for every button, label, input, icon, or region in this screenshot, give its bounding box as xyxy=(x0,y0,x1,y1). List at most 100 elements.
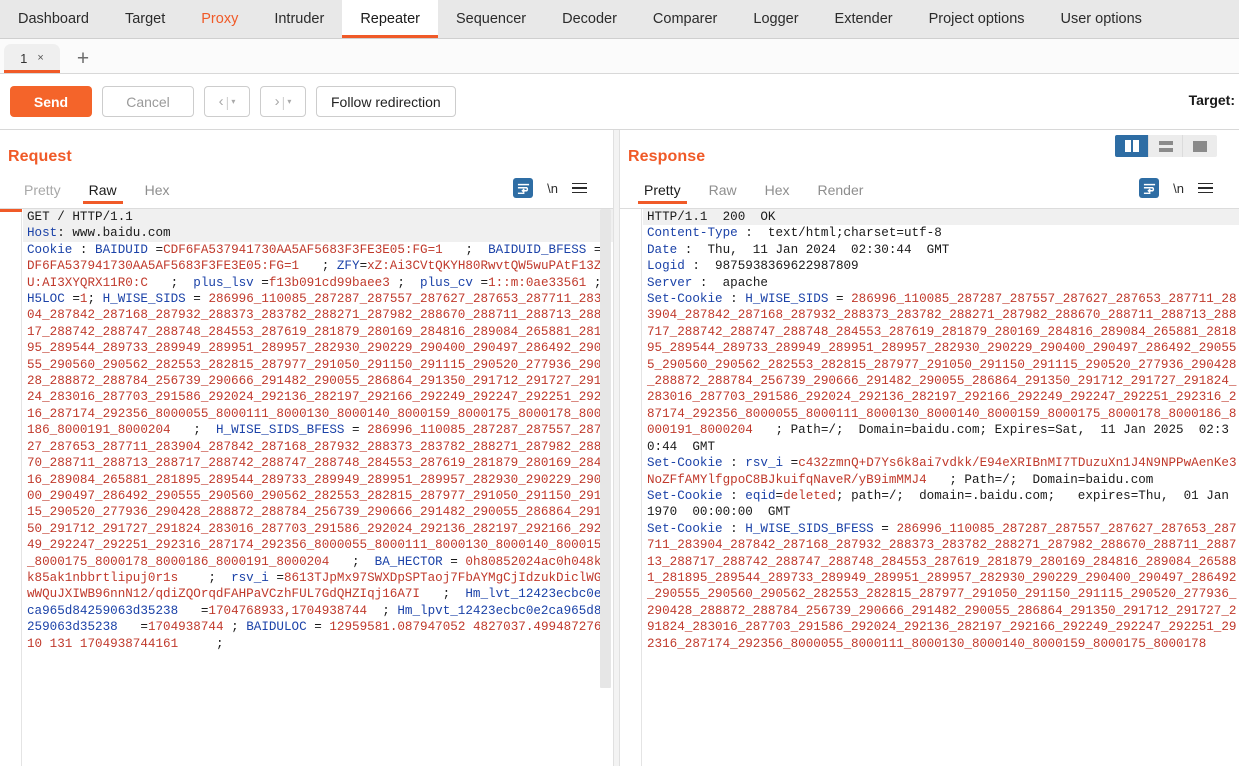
follow-redirection-button[interactable]: Follow redirection xyxy=(316,86,456,117)
code-line-text: Host: www.baidu.com xyxy=(27,226,171,241)
repeater-tab-strip: 1 × + xyxy=(0,39,1239,74)
code-line: 5Server : apache xyxy=(643,275,1239,291)
accent-bar xyxy=(0,209,22,212)
divider: | xyxy=(281,93,286,110)
close-icon[interactable]: × xyxy=(37,53,43,64)
main-tab-comparer[interactable]: Comparer xyxy=(635,0,735,38)
main-tab-logger[interactable]: Logger xyxy=(735,0,816,38)
forward-history-button[interactable]: › | ▾ xyxy=(260,86,306,117)
split-vertical-icon xyxy=(1124,140,1139,152)
code-line: 1GET / HTTP/1.1 xyxy=(23,209,613,226)
code-line-text: Set-Cookie : eqid=deleted; path=/; domai… xyxy=(647,488,1237,520)
add-tab-button[interactable]: + xyxy=(66,44,100,73)
split-horizontal-icon xyxy=(1158,140,1173,152)
main-tab-label: Dashboard xyxy=(18,11,89,27)
request-editor-icons: \n xyxy=(513,178,587,198)
main-tab-label: Comparer xyxy=(652,11,718,27)
layout-split-vertical-button[interactable] xyxy=(1115,135,1149,157)
target-label: Target: xyxy=(1188,92,1235,108)
hamburger-menu-icon[interactable] xyxy=(1198,182,1213,194)
main-tab-label: Intruder xyxy=(274,11,325,27)
request-gutter xyxy=(0,209,22,766)
main-tab-dashboard[interactable]: Dashboard xyxy=(0,0,107,38)
code-line: 8Set-Cookie : eqid=deleted; path=/; doma… xyxy=(643,488,1239,521)
scrollbar-thumb[interactable] xyxy=(600,209,611,689)
code-line: 9Set-Cookie : H_WISE_SIDS_BFESS = 286996… xyxy=(643,521,1239,652)
main-tab-proxy[interactable]: Proxy xyxy=(183,0,256,38)
code-line: 2Host: www.baidu.com xyxy=(23,225,613,242)
newline-icon[interactable]: \n xyxy=(547,181,558,196)
code-line: 7Set-Cookie : rsv_i =c432zmnQ+D7Ys6k8ai7… xyxy=(643,455,1239,488)
main-tab-label: Repeater xyxy=(360,11,420,27)
single-pane-icon xyxy=(1193,140,1207,152)
main-tab-project-options[interactable]: Project options xyxy=(911,0,1043,38)
request-tab-pretty[interactable]: Pretty xyxy=(10,182,75,204)
layout-split-horizontal-button[interactable] xyxy=(1149,135,1183,157)
cancel-button[interactable]: Cancel xyxy=(102,86,194,117)
chevron-down-icon: ▾ xyxy=(287,97,292,106)
word-wrap-icon[interactable] xyxy=(513,178,534,198)
request-tab-hex[interactable]: Hex xyxy=(131,182,184,204)
code-line-text: Set-Cookie : H_WISE_SIDS = 286996_110085… xyxy=(647,292,1237,454)
code-line-text: Date : Thu, 11 Jan 2024 02:30:44 GMT xyxy=(647,242,950,257)
newline-icon[interactable]: \n xyxy=(1173,181,1184,196)
layout-single-pane-button[interactable] xyxy=(1183,135,1217,157)
main-tab-label: Proxy xyxy=(201,11,239,27)
pane-divider[interactable] xyxy=(613,130,620,766)
main-tab-label: User options xyxy=(1060,11,1142,27)
response-tab-hex[interactable]: Hex xyxy=(751,182,804,204)
code-line-text: Logid : 9875938369622987809 xyxy=(647,259,859,274)
main-tab-label: Extender xyxy=(834,11,893,27)
code-line: 1HTTP/1.1 200 OK xyxy=(643,209,1239,226)
repeater-tab-1[interactable]: 1 × xyxy=(4,44,60,73)
response-tab-raw[interactable]: Raw xyxy=(695,182,751,204)
request-tab-raw[interactable]: Raw xyxy=(75,182,131,204)
editor-panes: Request PrettyRawHex \n 1GET / HTTP/1.12… xyxy=(0,130,1239,766)
response-tab-pretty[interactable]: Pretty xyxy=(630,182,695,204)
main-tab-decoder[interactable]: Decoder xyxy=(544,0,635,38)
code-line-text: GET / HTTP/1.1 xyxy=(27,210,133,224)
request-pane: Request PrettyRawHex \n 1GET / HTTP/1.12… xyxy=(0,130,613,766)
main-tab-label: Project options xyxy=(928,11,1025,27)
code-line: 4Logid : 9875938369622987809 xyxy=(643,258,1239,274)
main-tab-extender[interactable]: Extender xyxy=(817,0,911,38)
code-line-text: HTTP/1.1 200 OK xyxy=(647,210,776,224)
code-line: 3Cookie : BAIDUID =CDF6FA537941730AA5AF5… xyxy=(23,242,613,652)
request-vertical-scrollbar[interactable] xyxy=(600,209,611,766)
response-editor-icons: \n xyxy=(1139,178,1213,198)
main-tab-repeater[interactable]: Repeater xyxy=(342,0,438,38)
chevron-right-icon: › xyxy=(274,93,280,110)
code-line-text: Server : apache xyxy=(647,275,768,290)
response-code[interactable]: 1HTTP/1.1 200 OK2Content-Type : text/htm… xyxy=(643,209,1239,766)
word-wrap-icon[interactable] xyxy=(1139,178,1160,198)
send-button[interactable]: Send xyxy=(10,86,92,117)
response-pane: Response Pretty Raw Hex Render \n HTTP/1… xyxy=(620,130,1239,766)
main-tab-user-options[interactable]: User options xyxy=(1043,0,1160,38)
response-tab-render[interactable]: Render xyxy=(804,182,878,204)
main-tab-label: Logger xyxy=(753,11,799,27)
layout-toggle-group xyxy=(1115,135,1217,157)
code-line-text: Content-Type : text/html;charset=utf-8 xyxy=(647,226,942,241)
response-gutter xyxy=(620,209,642,766)
main-tab-sequencer[interactable]: Sequencer xyxy=(438,0,544,38)
code-line: 3Date : Thu, 11 Jan 2024 02:30:44 GMT xyxy=(643,242,1239,258)
main-tab-bar: Dashboard Target Proxy Intruder Repeater Sequ… xyxy=(0,0,1239,39)
hamburger-menu-icon[interactable] xyxy=(572,182,587,194)
code-line-text: Cookie : BAIDUID =CDF6FA537941730AA5AF56… xyxy=(27,242,609,651)
main-tab-intruder[interactable]: Intruder xyxy=(256,0,342,38)
code-line-text: Set-Cookie : rsv_i =c432zmnQ+D7Ys6k8ai7v… xyxy=(647,456,1237,487)
main-tab-label: Decoder xyxy=(562,11,617,27)
response-title: Response xyxy=(628,148,706,165)
back-history-button[interactable]: ‹ | ▾ xyxy=(204,86,250,117)
code-line-text: Set-Cookie : H_WISE_SIDS_BFESS = 286996_… xyxy=(647,521,1237,651)
request-code[interactable]: 1GET / HTTP/1.12Host: www.baidu.com3Cook… xyxy=(23,209,613,766)
main-tab-label: Target xyxy=(124,11,166,27)
response-editor[interactable]: 1HTTP/1.1 200 OK2Content-Type : text/htm… xyxy=(620,209,1239,766)
chevron-left-icon: ‹ xyxy=(218,93,224,110)
main-tab-label: Sequencer xyxy=(455,11,527,27)
main-tab-target[interactable]: Target xyxy=(107,0,183,38)
request-editor[interactable]: 1GET / HTTP/1.12Host: www.baidu.com3Cook… xyxy=(0,209,613,766)
code-line: 2Content-Type : text/html;charset=utf-8 xyxy=(643,225,1239,241)
request-title: Request xyxy=(8,148,72,165)
action-toolbar: Send Cancel ‹ | ▾ › | ▾ Follow redirecti… xyxy=(0,74,1239,130)
